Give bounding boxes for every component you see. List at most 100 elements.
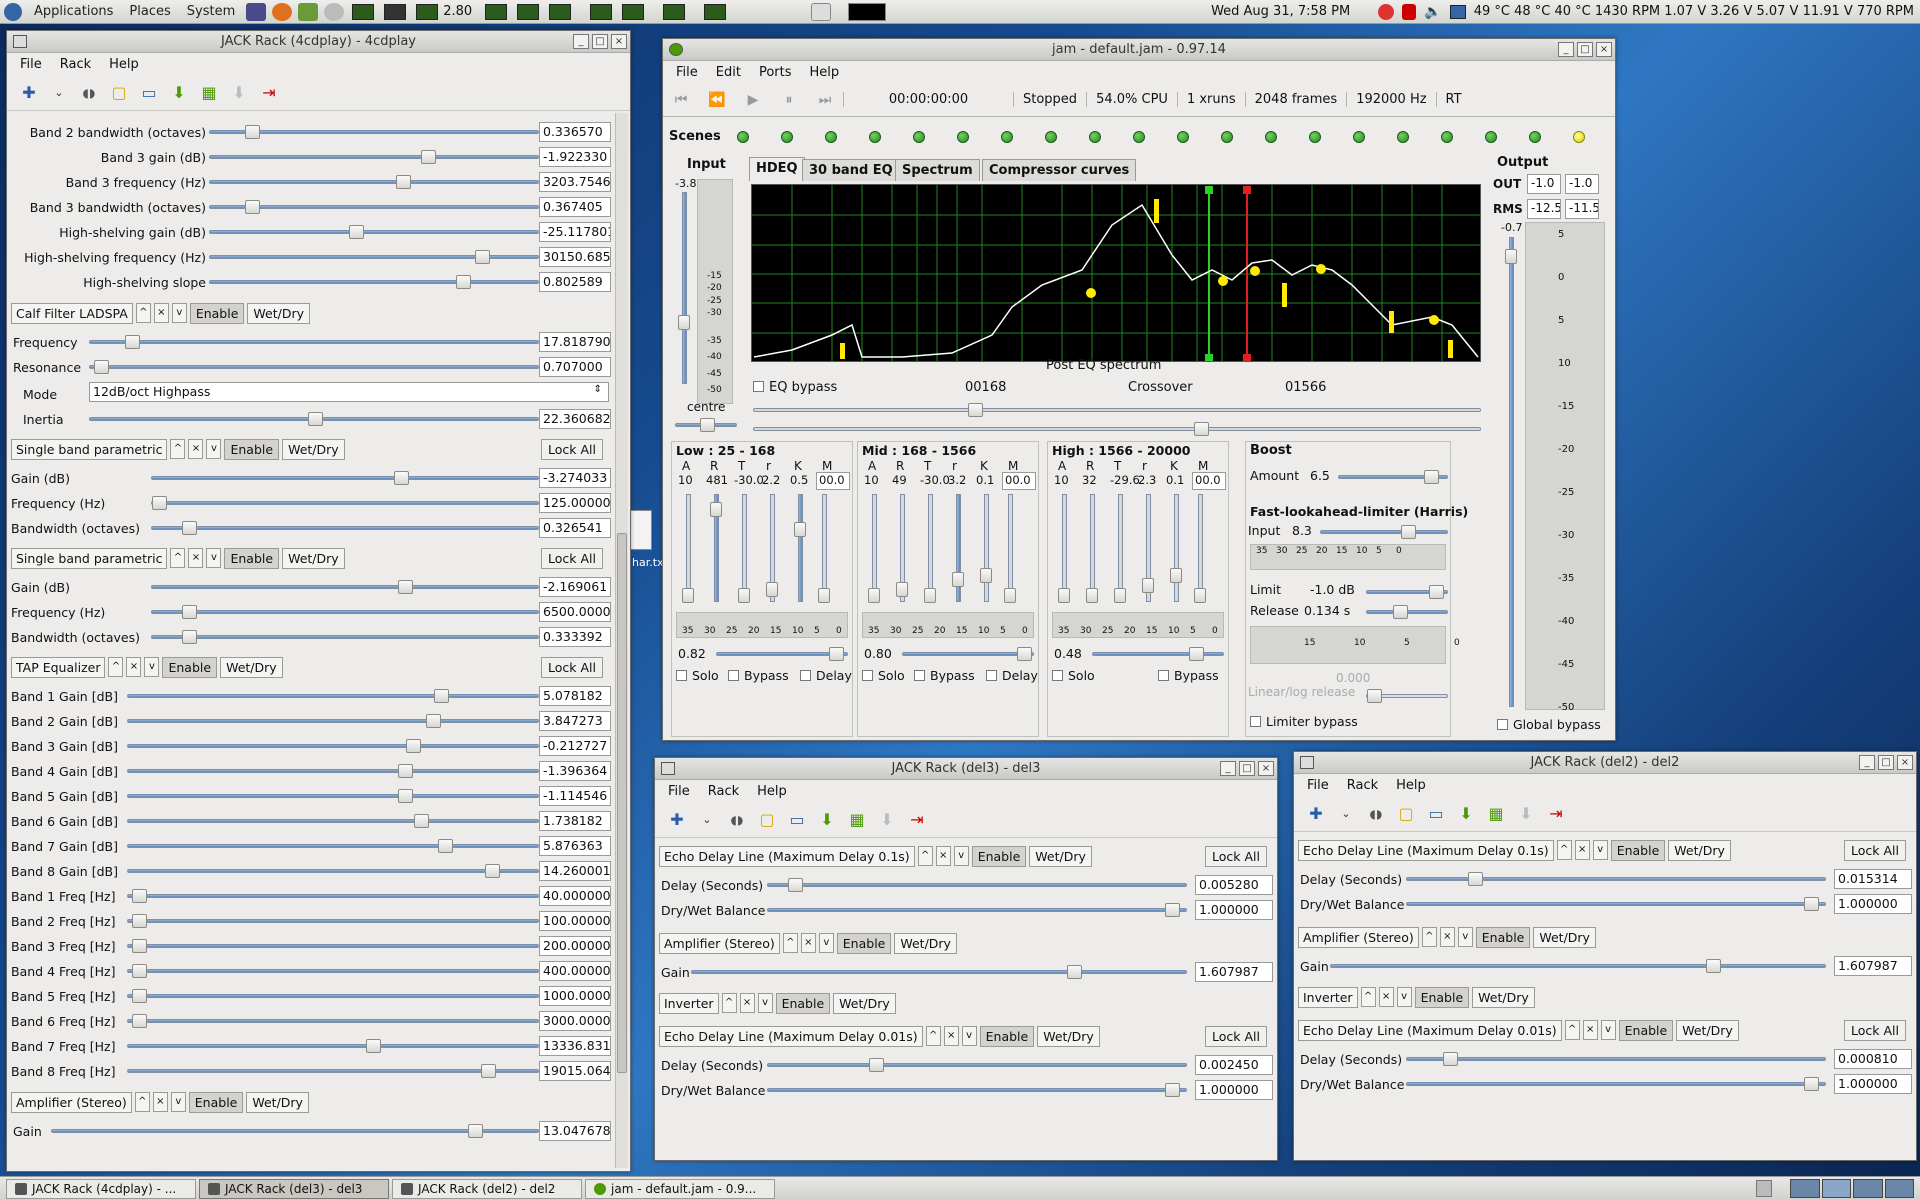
param-slider-knob[interactable] xyxy=(426,714,441,728)
out-left-field[interactable]: -1.0 xyxy=(1527,174,1561,194)
enable-toggle[interactable]: Enable xyxy=(162,656,218,678)
mode-select[interactable]: 12dB/oct Highpass ⇕ xyxy=(89,382,609,402)
enable-toggle[interactable]: Enable xyxy=(224,438,280,460)
param-slider-knob[interactable] xyxy=(481,1064,496,1078)
cpu-freq-icon[interactable] xyxy=(416,3,439,20)
enable-toggle[interactable]: Enable xyxy=(189,302,245,324)
remove-plugin-button[interactable]: × xyxy=(188,548,204,568)
param-slider-knob[interactable] xyxy=(132,939,147,953)
param-value-field[interactable]: 125.000000 xyxy=(539,493,611,513)
ports-menu[interactable]: Ports xyxy=(750,65,801,80)
band-fader[interactable] xyxy=(822,494,827,602)
move-down-button[interactable]: v xyxy=(1600,1020,1616,1040)
param-slider[interactable] xyxy=(51,1124,539,1138)
plugin-name[interactable]: Echo Delay Line (Maximum Delay 0.01s) xyxy=(659,1025,923,1047)
band-fader[interactable] xyxy=(1174,494,1179,602)
rack-menu[interactable]: Rack xyxy=(699,784,748,799)
param-slider-knob[interactable] xyxy=(182,605,197,619)
scene-led[interactable] xyxy=(737,131,749,143)
plugin-name[interactable]: Echo Delay Line (Maximum Delay 0.01s) xyxy=(1298,1019,1562,1041)
save-as-icon[interactable]: ▦ xyxy=(197,81,221,105)
param-slider[interactable] xyxy=(151,580,539,594)
scene-led[interactable] xyxy=(1089,131,1101,143)
cpu-freq-icon[interactable] xyxy=(663,3,686,20)
limiter-bypass-checkbox[interactable]: Limiter bypass xyxy=(1250,714,1358,729)
param-slider-knob[interactable] xyxy=(1067,965,1082,979)
param-slider[interactable] xyxy=(767,878,1187,892)
wet-dry-toggle[interactable]: Wet/Dry xyxy=(282,438,345,460)
param-value-field[interactable]: 0.326541 xyxy=(539,518,611,538)
tab-spectrum[interactable]: Spectrum xyxy=(895,159,980,181)
param-value-field[interactable]: 100.000000 xyxy=(539,911,611,931)
param-value-field[interactable]: 0.336570 xyxy=(539,122,611,142)
param-slider-knob[interactable] xyxy=(349,225,364,239)
enable-toggle[interactable]: Enable xyxy=(1475,926,1531,948)
lock-all-toggle[interactable]: Lock All xyxy=(1205,845,1267,867)
solo-checkbox[interactable]: Solo xyxy=(1052,668,1095,683)
close-button[interactable]: × xyxy=(1596,42,1612,57)
param-slider-knob[interactable] xyxy=(366,1039,381,1053)
band-gain-slider[interactable] xyxy=(1092,647,1224,661)
band-fader[interactable] xyxy=(1008,494,1013,602)
plugin-name[interactable]: Inverter xyxy=(1298,986,1358,1008)
band-fader-knob[interactable] xyxy=(1058,588,1070,603)
remove-plugin-button[interactable]: × xyxy=(126,657,142,677)
param-slider-knob[interactable] xyxy=(182,630,197,644)
save-as-icon[interactable]: ▦ xyxy=(845,808,869,832)
param-slider-knob[interactable] xyxy=(398,764,413,778)
param-slider-knob[interactable] xyxy=(475,250,490,264)
checkbox-box[interactable] xyxy=(914,670,925,681)
remove-plugin-button[interactable]: × xyxy=(1378,987,1394,1007)
firefox-icon[interactable] xyxy=(272,2,293,21)
scene-led[interactable] xyxy=(1133,131,1145,143)
remove-plugin-button[interactable]: × xyxy=(1439,927,1455,947)
scene-led[interactable] xyxy=(1177,131,1189,143)
release-slider[interactable] xyxy=(1366,605,1448,619)
window-menu-icon[interactable] xyxy=(1300,756,1314,769)
title-bar[interactable]: jam - default.jam - 0.97.14 _ □ × xyxy=(663,39,1615,61)
file-menu[interactable]: File xyxy=(1298,778,1338,793)
param-slider[interactable] xyxy=(151,521,539,535)
bypass-checkbox[interactable]: Bypass xyxy=(728,668,789,683)
wet-dry-toggle[interactable]: Wet/Dry xyxy=(1029,845,1092,867)
param-value-field[interactable]: 0.802589 xyxy=(539,272,611,292)
solo-checkbox[interactable]: Solo xyxy=(862,668,905,683)
band-fader-knob[interactable] xyxy=(710,502,722,517)
param-slider[interactable] xyxy=(767,1083,1187,1097)
help-menu[interactable]: Help xyxy=(801,65,849,80)
limiter-input-knob[interactable] xyxy=(1401,525,1416,539)
pan-slider[interactable] xyxy=(675,418,737,432)
plugin-name[interactable]: TAP Equalizer xyxy=(11,656,106,678)
band-fader[interactable] xyxy=(984,494,989,602)
band-fader-knob[interactable] xyxy=(1004,588,1016,603)
param-slider[interactable] xyxy=(89,412,539,426)
move-up-button[interactable]: ^ xyxy=(170,548,186,568)
input-gain-knob[interactable] xyxy=(678,315,690,330)
limit-knob[interactable] xyxy=(1429,585,1444,599)
rewind-icon[interactable]: ⏪ xyxy=(699,92,735,108)
param-slider-knob[interactable] xyxy=(421,150,436,164)
param-value-field[interactable]: 200.000000 xyxy=(539,936,611,956)
help-menu[interactable]: Help xyxy=(748,784,796,799)
param-value-field[interactable]: 1.000000 xyxy=(1834,894,1912,914)
param-slider[interactable] xyxy=(89,360,539,374)
wet-dry-toggle[interactable]: Wet/Dry xyxy=(894,932,957,954)
move-up-button[interactable]: ^ xyxy=(135,303,151,323)
move-up-button[interactable]: ^ xyxy=(1564,1020,1580,1040)
network-icon[interactable] xyxy=(1449,4,1466,19)
param-slider[interactable] xyxy=(151,630,539,644)
scene-led[interactable] xyxy=(1397,131,1409,143)
lock-all-toggle[interactable]: Lock All xyxy=(541,438,603,460)
wet-dry-toggle[interactable]: Wet/Dry xyxy=(247,302,310,324)
enable-toggle[interactable]: Enable xyxy=(775,992,831,1014)
add-plugin-icon[interactable]: ✚ xyxy=(17,81,41,105)
band-fader-knob[interactable] xyxy=(766,582,778,597)
close-button[interactable]: × xyxy=(1258,761,1274,776)
wet-dry-toggle[interactable]: Wet/Dry xyxy=(1472,986,1535,1008)
workspace-1[interactable] xyxy=(1790,1179,1820,1198)
band-fader[interactable] xyxy=(686,494,691,602)
param-slider-knob[interactable] xyxy=(788,878,803,892)
title-bar[interactable]: JACK Rack (4cdplay) - 4cdplay _ □ × xyxy=(7,31,630,53)
checkbox-box[interactable] xyxy=(1158,670,1169,681)
boost-amount-knob[interactable] xyxy=(1424,470,1439,484)
